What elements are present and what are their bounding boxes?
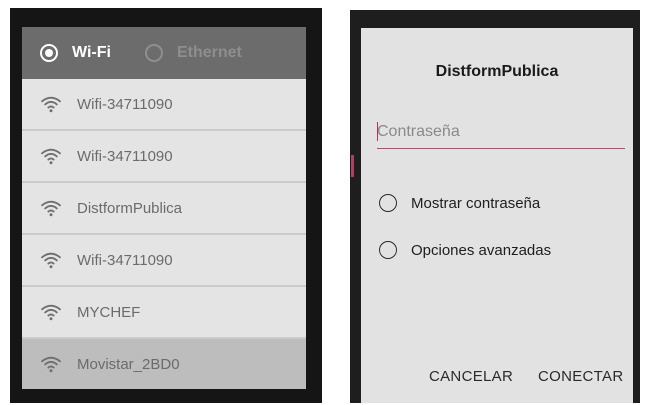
wifi-list-item[interactable]: MYCHEF	[22, 287, 306, 339]
wifi-network-list: Wifi-34711090 Wifi-34711090 DistformPubl…	[22, 79, 306, 389]
wifi-signal-icon	[41, 148, 61, 165]
wifi-network-name: Wifi-34711090	[77, 95, 173, 113]
wifi-signal-icon	[41, 252, 61, 269]
wifi-radio-option[interactable]: Wi-Fi	[40, 44, 111, 62]
wifi-signal-icon	[41, 356, 61, 373]
wifi-list-item[interactable]: Movistar_2BD0	[22, 339, 306, 389]
backdrop-accent-mark	[351, 155, 354, 177]
advanced-options-option[interactable]: Opciones avanzadas	[379, 241, 551, 259]
radio-unchecked-icon	[379, 241, 397, 259]
cancel-button[interactable]: CANCELAR	[429, 368, 513, 385]
wifi-signal-icon	[41, 200, 61, 217]
dialog-title: DistformPublica	[435, 63, 559, 80]
wifi-list-item[interactable]: DistformPublica	[22, 183, 306, 235]
wifi-list-item[interactable]: Wifi-34711090	[22, 235, 306, 287]
password-input[interactable]	[377, 118, 625, 149]
wifi-network-name: Wifi-34711090	[77, 147, 173, 165]
wifi-network-name: DistformPublica	[77, 199, 183, 217]
wifi-list-item[interactable]: Wifi-34711090	[22, 79, 306, 131]
show-password-label: Mostrar contraseña	[411, 194, 541, 212]
show-password-option[interactable]: Mostrar contraseña	[379, 194, 540, 212]
radio-unchecked-icon	[379, 194, 397, 212]
wifi-signal-icon	[41, 96, 61, 113]
wifi-network-name: Wifi-34711090	[77, 251, 173, 269]
text-cursor	[377, 122, 378, 141]
ethernet-radio-option[interactable]: Ethernet	[144, 44, 242, 62]
wifi-network-name: Movistar_2BD0	[77, 355, 180, 373]
radio-checked-icon	[40, 44, 58, 62]
wifi-network-name: MYCHEF	[77, 303, 141, 321]
radio-unchecked-icon	[144, 44, 163, 62]
ethernet-radio-label: Ethernet	[176, 44, 242, 61]
advanced-options-label: Opciones avanzadas	[411, 241, 552, 259]
connection-type-selector: Wi-Fi Ethernet	[22, 27, 306, 79]
wifi-radio-label: Wi-Fi	[72, 44, 111, 61]
connect-dialog: DistformPublica Mostrar contraseña Opcio…	[361, 28, 633, 403]
connect-button[interactable]: CONECTAR	[538, 368, 623, 385]
wifi-signal-icon	[41, 304, 61, 321]
wifi-list-item[interactable]: Wifi-34711090	[22, 131, 306, 183]
